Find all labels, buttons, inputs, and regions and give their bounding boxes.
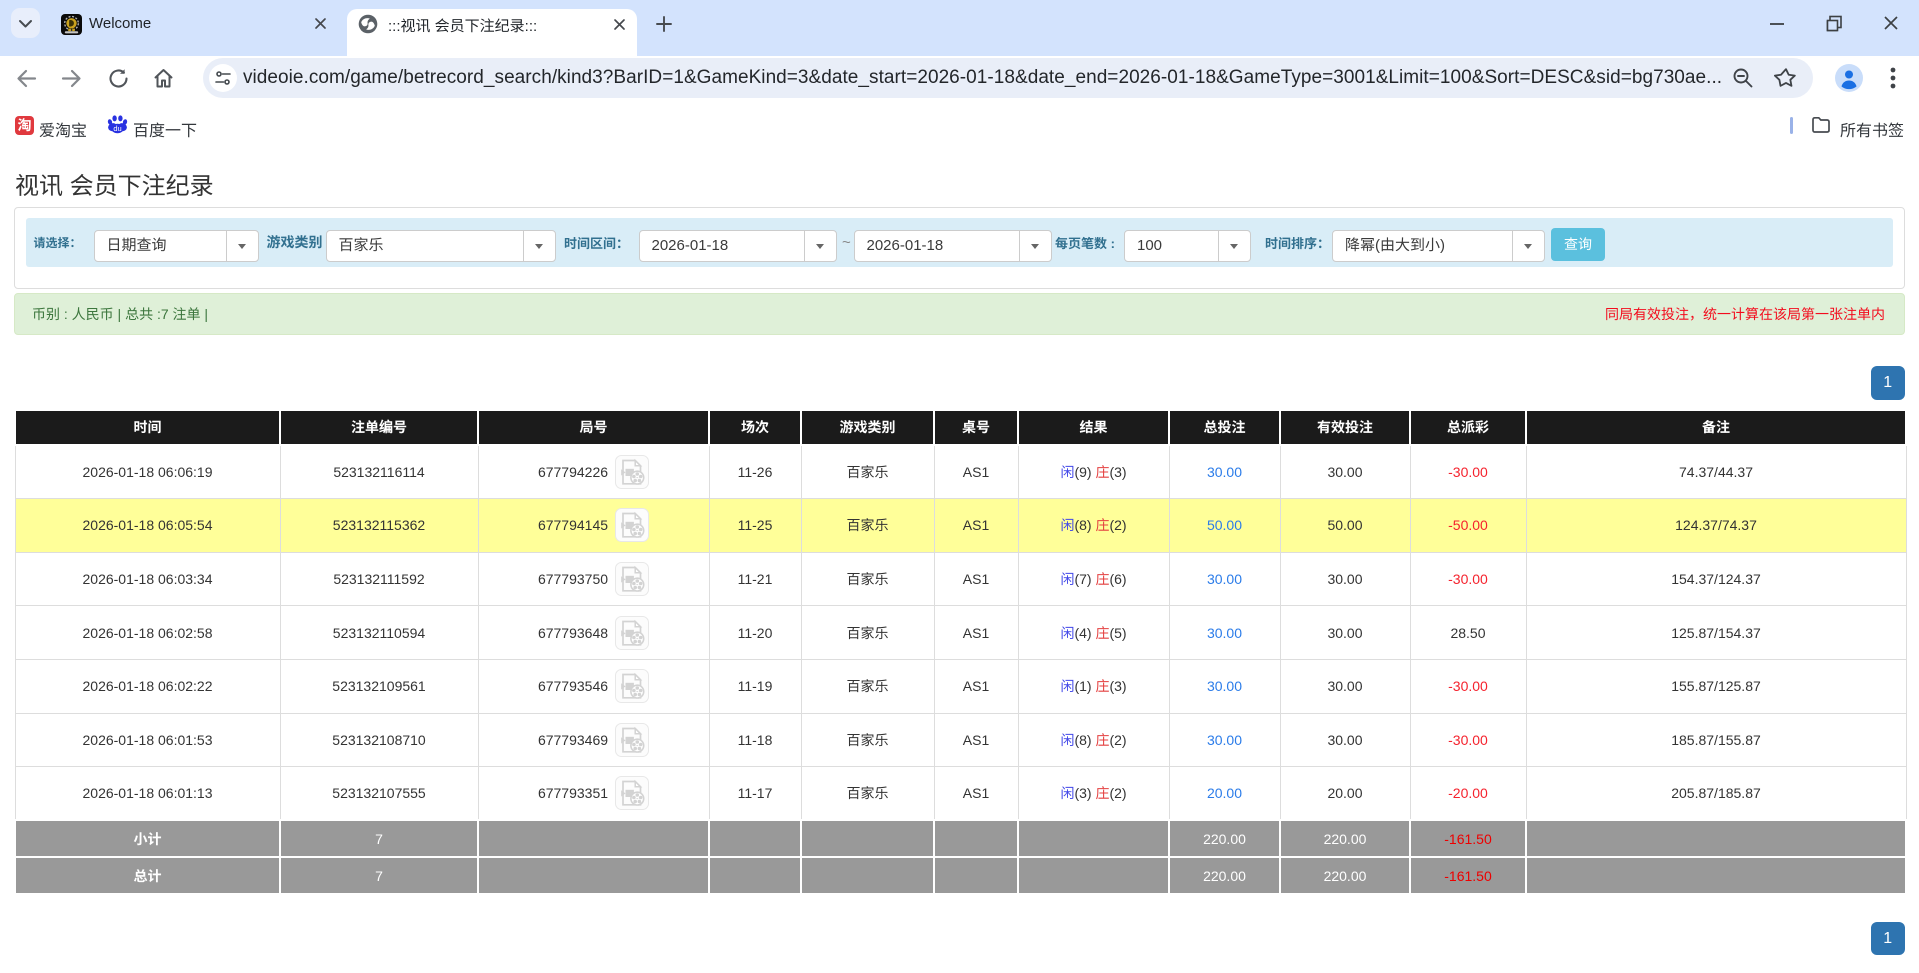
svg-text:du: du — [113, 124, 121, 133]
